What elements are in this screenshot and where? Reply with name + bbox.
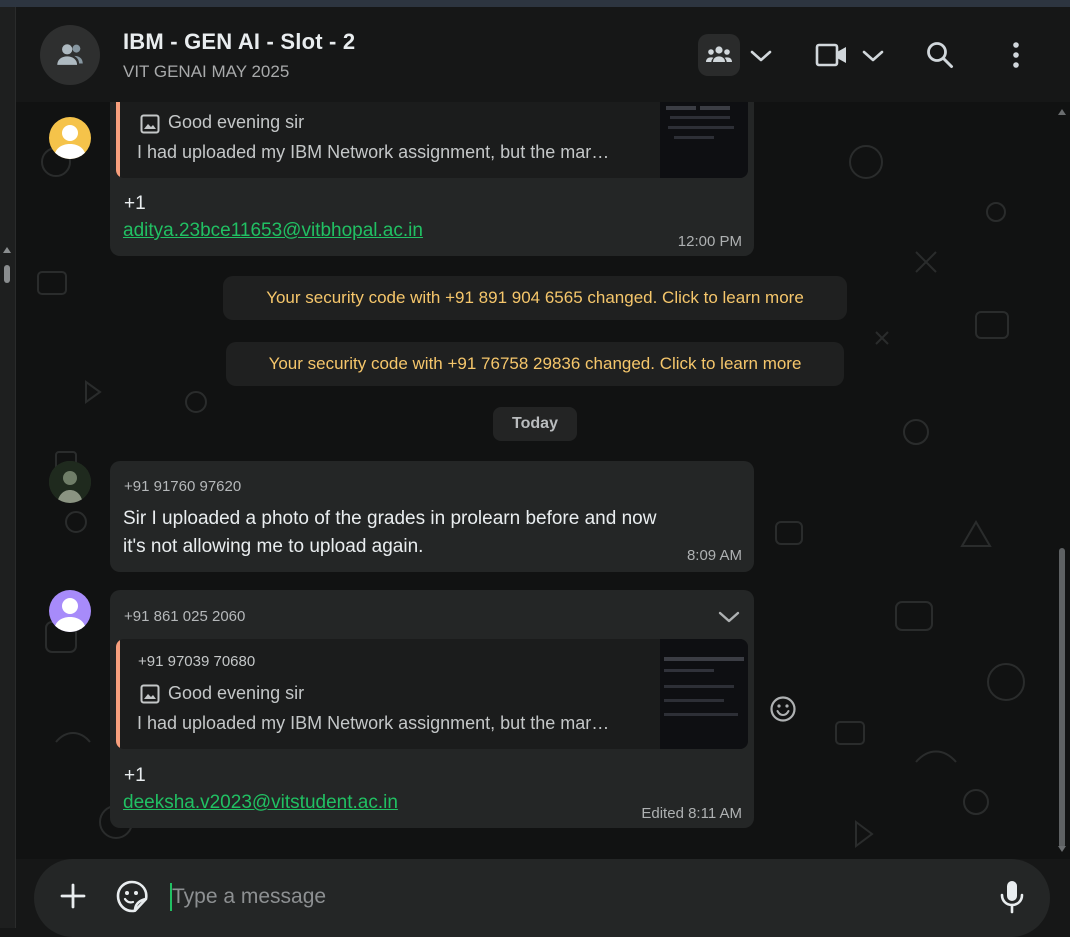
profile-photo-icon [49,461,91,503]
sticker-icon [116,880,148,913]
security-code-notice[interactable]: Your security code with +91 891 904 6565… [223,276,847,320]
message-scrollbar[interactable] [1059,548,1065,848]
email-link[interactable]: aditya.23bce11653@vitbhopal.ac.in [123,220,423,242]
chevron-down-icon [862,50,884,62]
chevron-down-icon [750,50,772,62]
avatar[interactable] [49,117,91,159]
search-icon [927,42,953,68]
emoji-icon [770,696,796,722]
sticker-button[interactable] [115,879,149,915]
default-user-icon [54,125,86,159]
quote-caption: Good evening sir [168,683,305,703]
menu-dots-icon [1013,42,1019,68]
composer [16,859,1070,937]
quote-text: I had uploaded my IBM Network assignment… [137,142,610,162]
microphone-icon [1000,881,1024,914]
default-user-icon [54,598,86,632]
scroll-up-arrow-icon[interactable] [1058,109,1066,115]
message-text: +1 [124,193,146,214]
avatar[interactable] [49,461,91,503]
quote-bar [116,102,120,178]
quote-image-thumbnail [660,102,748,178]
window-top-strip [0,0,1070,7]
quote-bar [116,639,120,749]
video-call-icon [815,43,846,67]
call-dropdown-button[interactable] [858,42,888,70]
message-bubble[interactable]: Good evening sir I had uploaded my IBM N… [110,102,754,256]
chat-header: IBM - GEN AI - Slot - 2 VIT GENAI MAY 20… [16,7,1070,102]
message-text: +1 [124,765,146,786]
security-code-notice[interactable]: Your security code with +91 76758 29836 … [226,342,844,386]
community-dropdown-button[interactable] [746,42,776,70]
avatar[interactable] [49,590,91,632]
message-bubble[interactable]: +91 861 025 2060 +91 97039 70680 Good ev… [110,590,754,828]
group-avatar[interactable] [40,25,100,85]
image-icon [140,114,160,134]
side-scroll-thumb[interactable] [4,265,10,283]
attach-button[interactable] [56,879,90,913]
image-icon [140,684,160,704]
chevron-down-icon[interactable] [718,610,740,624]
react-button[interactable] [769,695,797,723]
video-call-button[interactable] [812,39,852,71]
sender-name[interactable]: +91 91760 97620 [124,478,241,495]
quote-image-thumbnail [660,639,748,749]
message-text: it's not allowing me to upload again. [123,536,424,557]
quote-text: I had uploaded my IBM Network assignment… [137,713,610,733]
quote-caption: Good evening sir [168,112,305,132]
message-time: Edited 8:11 AM [641,805,742,822]
message-input-bar[interactable] [34,859,1050,937]
chat-title[interactable]: IBM - GEN AI - Slot - 2 [123,29,355,55]
plus-icon [60,883,86,909]
message-text: Sir I uploaded a photo of the grades in … [123,508,657,529]
scroll-up-arrow-icon[interactable] [3,247,11,253]
message-bubble[interactable]: +91 91760 97620 Sir I uploaded a photo o… [110,461,754,572]
quote-sender: +91 97039 70680 [138,653,256,670]
date-divider: Today [493,407,577,441]
message-time: 8:09 AM [686,547,742,564]
voice-message-button[interactable] [998,879,1026,915]
message-list[interactable]: Good evening sir I had uploaded my IBM N… [16,102,1070,859]
chat-subtitle[interactable]: VIT GENAI MAY 2025 [123,62,289,82]
email-link[interactable]: deeksha.v2023@vitstudent.ac.in [123,792,398,814]
group-avatar-icon [57,44,83,65]
quoted-message[interactable]: +91 97039 70680 Good evening sir I had u… [116,639,748,749]
message-input[interactable] [170,879,934,915]
community-icon [706,46,732,62]
search-button[interactable] [922,37,958,73]
message-time: 12:00 PM [677,233,742,250]
quoted-message[interactable]: Good evening sir I had uploaded my IBM N… [116,102,748,178]
sender-name[interactable]: +91 861 025 2060 [124,608,245,625]
community-button[interactable] [698,34,740,76]
menu-button[interactable] [1000,37,1032,73]
side-panel-edge [0,7,16,928]
scroll-down-arrow-icon[interactable] [1058,846,1066,852]
